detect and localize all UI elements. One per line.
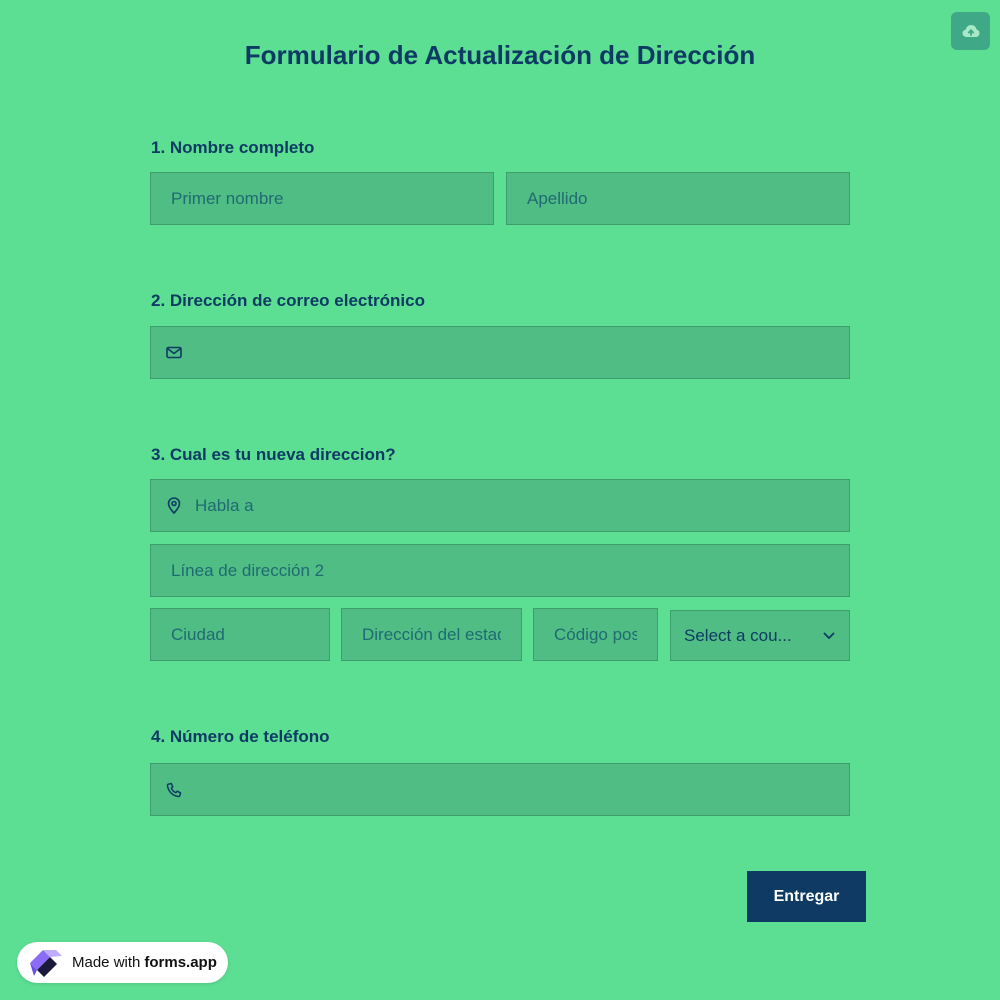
first-name-input[interactable]	[151, 173, 493, 224]
last-name-input[interactable]	[507, 173, 849, 224]
city-field[interactable]	[150, 608, 330, 661]
forms-app-logo-icon	[30, 949, 62, 977]
country-select[interactable]: Select a cou...	[670, 610, 850, 661]
email-input[interactable]	[183, 327, 849, 378]
country-select-value: Select a cou...	[684, 625, 792, 645]
envelope-icon	[165, 344, 183, 362]
question-1-label: 1. Nombre completo	[151, 138, 315, 157]
address-line-2-input[interactable]	[151, 545, 849, 596]
city-input[interactable]	[151, 609, 329, 660]
state-field[interactable]	[341, 608, 522, 661]
question-2-label: 2. Dirección de correo electrónico	[151, 291, 425, 310]
email-field[interactable]	[150, 326, 850, 379]
chevron-down-icon	[823, 632, 835, 639]
address-line-1-field[interactable]	[150, 479, 850, 532]
zip-input[interactable]	[534, 609, 657, 660]
form-title: Formulario de Actualización de Dirección	[244, 40, 756, 70]
cloud-upload-icon	[962, 25, 979, 37]
submit-button[interactable]: Entregar	[747, 871, 866, 922]
map-pin-icon	[165, 497, 183, 515]
phone-field[interactable]	[150, 763, 850, 816]
first-name-field[interactable]	[150, 172, 494, 225]
question-3-label: 3. Cual es tu nueva direccion?	[151, 445, 396, 464]
address-line-1-input[interactable]	[183, 480, 849, 531]
badge-brand-text: forms.app	[144, 954, 217, 971]
phone-input[interactable]	[183, 764, 849, 815]
address-line-2-field[interactable]	[150, 544, 850, 597]
last-name-field[interactable]	[506, 172, 850, 225]
made-with-badge[interactable]: Made with forms.app	[17, 942, 228, 983]
phone-icon	[165, 781, 183, 799]
question-4-label: 4. Número de teléfono	[151, 727, 330, 746]
badge-prefix-text: Made with	[72, 954, 141, 971]
state-input[interactable]	[342, 609, 521, 660]
zip-field[interactable]	[533, 608, 658, 661]
